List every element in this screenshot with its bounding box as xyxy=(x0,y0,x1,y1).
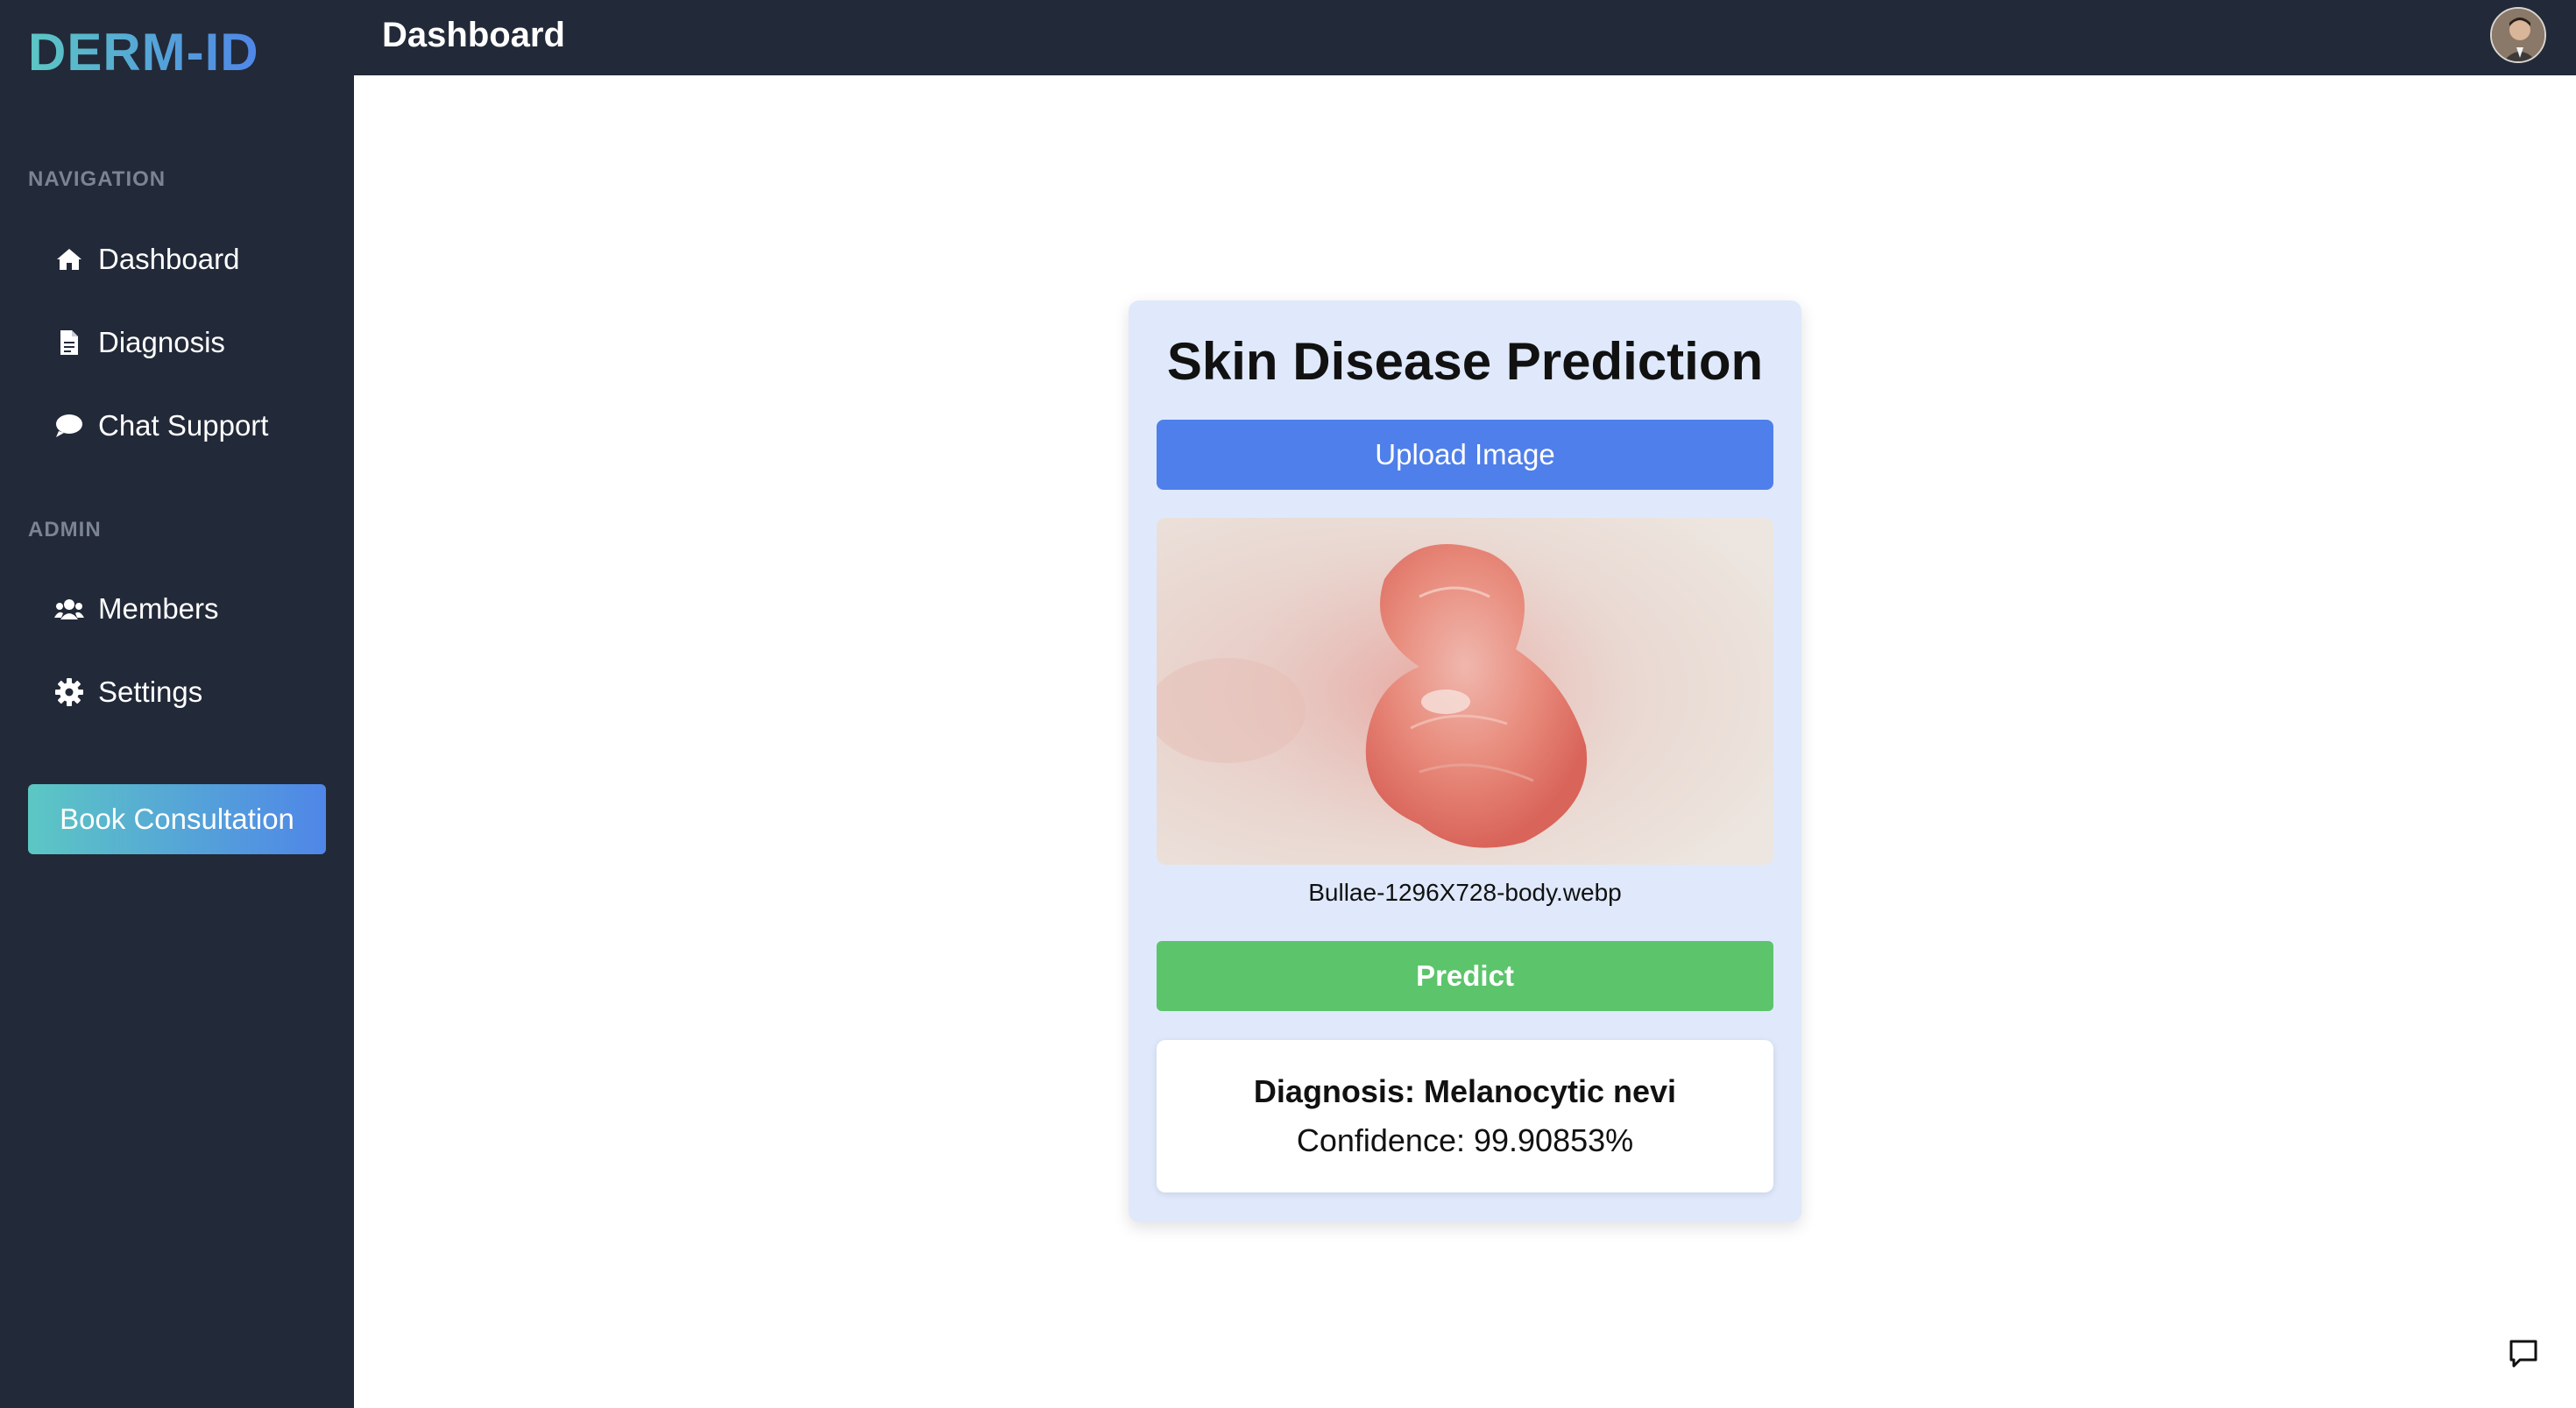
sidebar-item-settings[interactable]: Settings xyxy=(28,662,326,723)
prediction-card: Skin Disease Prediction Upload Image Bul… xyxy=(1129,301,1801,1222)
top-bar: Dashboard xyxy=(354,0,2576,75)
message-square-icon xyxy=(2508,1338,2539,1374)
sidebar: DERM-ID NAVIGATION Dashboard Diagnosis C… xyxy=(0,0,354,1408)
navigation-section-label: NAVIGATION xyxy=(28,167,166,191)
sidebar-item-diagnosis[interactable]: Diagnosis xyxy=(28,312,326,373)
sidebar-item-label: Settings xyxy=(98,676,203,708)
upload-image-button[interactable]: Upload Image xyxy=(1157,420,1773,490)
app-root: DERM-ID NAVIGATION Dashboard Diagnosis C… xyxy=(0,0,2576,1408)
diagnosis-text: Diagnosis: Melanocytic nevi xyxy=(1253,1073,1677,1109)
uploaded-file-name: Bullae-1296X728-body.webp xyxy=(1308,879,1622,906)
prediction-result: Diagnosis: Melanocytic nevi Confidence: … xyxy=(1157,1040,1773,1192)
sidebar-item-chat-support[interactable]: Chat Support xyxy=(28,395,326,456)
card-title: Skin Disease Prediction xyxy=(1166,332,1764,391)
home-icon xyxy=(54,244,84,274)
predict-button[interactable]: Predict xyxy=(1157,941,1773,1011)
sidebar-item-label: Dashboard xyxy=(98,243,240,275)
admin-section-label: ADMIN xyxy=(28,518,102,541)
users-icon xyxy=(54,594,84,624)
book-consultation-button[interactable]: Book Consultation xyxy=(28,784,326,854)
sidebar-item-label: Chat Support xyxy=(98,409,269,442)
document-icon xyxy=(54,328,84,357)
page-title: Dashboard xyxy=(382,16,565,54)
chat-widget-button[interactable] xyxy=(2506,1338,2541,1373)
sidebar-item-dashboard[interactable]: Dashboard xyxy=(28,229,326,290)
confidence-text: Confidence: 99.90853% xyxy=(1296,1122,1634,1158)
gear-icon xyxy=(54,677,84,707)
sidebar-item-label: Diagnosis xyxy=(98,326,225,358)
avatar[interactable] xyxy=(2490,7,2546,63)
sidebar-item-members[interactable]: Members xyxy=(28,578,326,640)
chat-bubble-icon xyxy=(54,411,84,441)
sidebar-item-label: Members xyxy=(98,592,219,625)
uploaded-image-preview xyxy=(1157,518,1773,865)
app-logo[interactable]: DERM-ID xyxy=(28,19,259,86)
